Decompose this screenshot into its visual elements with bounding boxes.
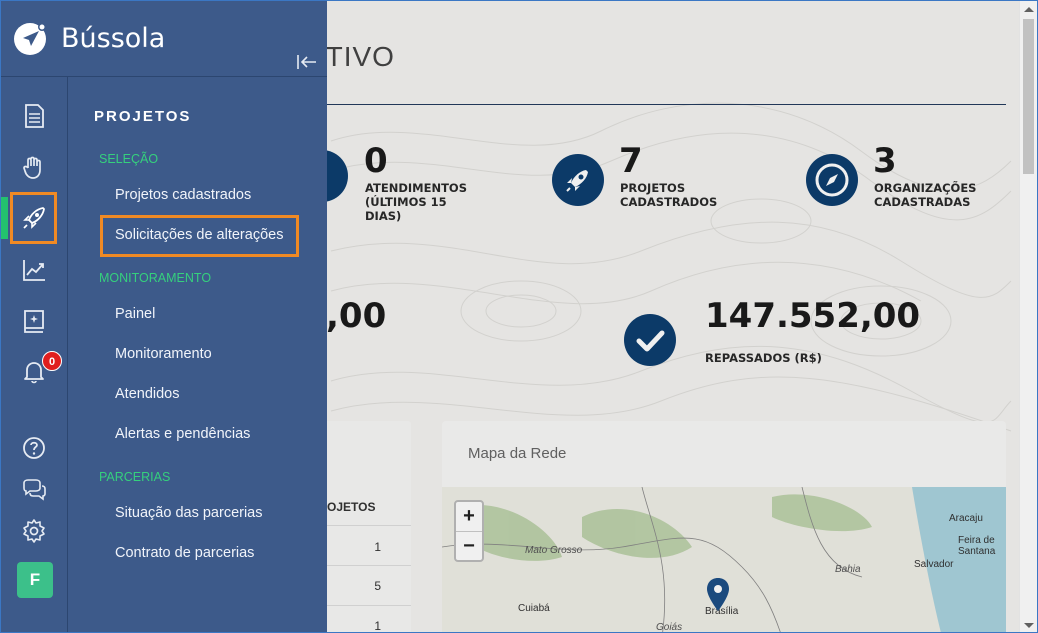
scroll-up-icon[interactable] <box>1024 7 1034 12</box>
menu-highlight-box <box>100 215 299 257</box>
menu-item-contrato-parcerias[interactable]: Contrato de parcerias <box>115 545 254 561</box>
user-avatar[interactable]: F <box>17 562 53 598</box>
menu-section-selecao: SELEÇÃO <box>99 152 159 166</box>
collapse-left-icon[interactable] <box>296 53 318 71</box>
page-scrollbar[interactable] <box>1019 1 1037 632</box>
rail-highlight-box <box>10 192 57 244</box>
chat-icon[interactable] <box>21 477 47 503</box>
projects-menu: PROJETOS SELEÇÃO Projetos cadastrados So… <box>68 77 327 632</box>
gear-icon[interactable] <box>21 518 47 544</box>
document-icon[interactable] <box>21 103 47 129</box>
notification-badge: 0 <box>42 351 62 371</box>
help-icon[interactable] <box>21 435 47 461</box>
menu-item-projetos-cadastrados[interactable]: Projetos cadastrados <box>115 187 251 203</box>
menu-section-parcerias: PARCERIAS <box>99 470 171 484</box>
app-name: Bússola <box>61 23 166 54</box>
sidebar: Bússola 0 F PROJETOS SELEÇÃO Projetos ca… <box>1 1 327 632</box>
app-window: ATIVO 0 ATENDIMENTOS (ÚLTIMOS 15 DIAS) 7… <box>0 0 1038 633</box>
menu-item-situacao-parcerias[interactable]: Situação das parcerias <box>115 505 263 521</box>
chart-line-icon[interactable] <box>21 257 47 283</box>
menu-title: PROJETOS <box>94 108 192 125</box>
menu-item-alertas-pendencias[interactable]: Alertas e pendências <box>115 426 250 442</box>
hand-icon[interactable] <box>21 154 47 180</box>
menu-item-atendidos[interactable]: Atendidos <box>115 386 180 402</box>
menu-item-painel[interactable]: Painel <box>115 306 155 322</box>
menu-item-monitoramento[interactable]: Monitoramento <box>115 346 212 362</box>
compass-logo-icon <box>14 23 46 55</box>
sidebar-header: Bússola <box>1 1 327 77</box>
book-icon[interactable] <box>21 308 47 334</box>
scroll-thumb[interactable] <box>1023 19 1034 174</box>
active-indicator <box>1 197 8 239</box>
menu-section-monitoramento: MONITORAMENTO <box>99 271 212 285</box>
scroll-down-icon[interactable] <box>1024 623 1034 628</box>
